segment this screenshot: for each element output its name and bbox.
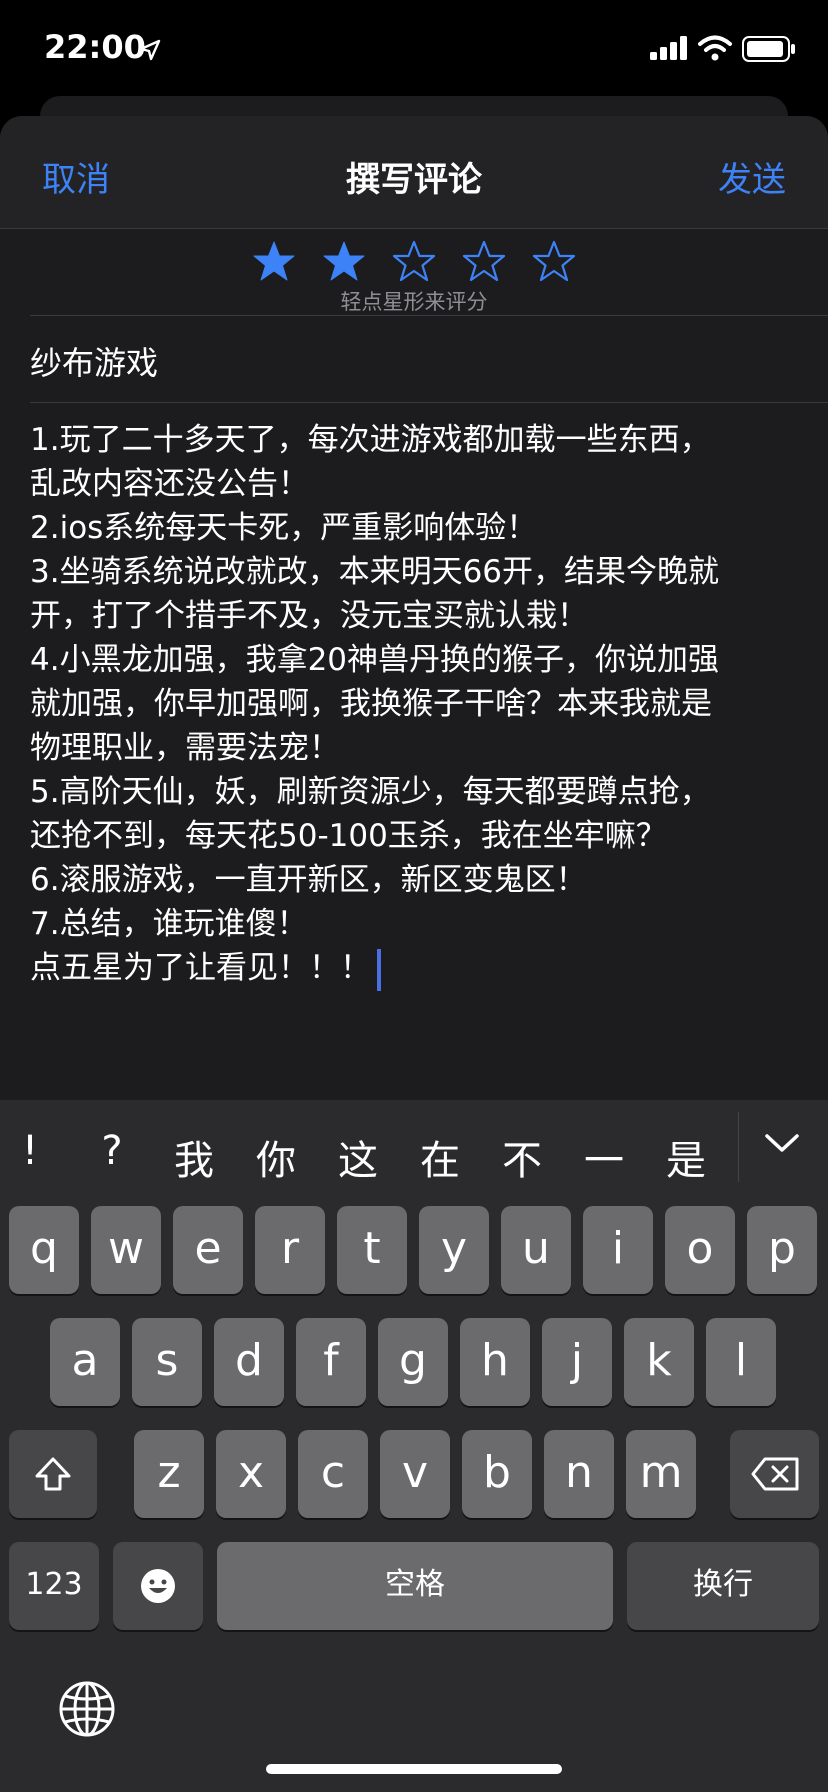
review-line: 还抢不到，每天花50-100玉杀，我在坐牢嘛？ (30, 818, 667, 854)
star-outline-icon[interactable] (462, 240, 506, 282)
candidate-word[interactable]: 在 (410, 1128, 470, 1186)
send-button[interactable]: 发送 (718, 152, 786, 201)
key-r[interactable]: r (255, 1206, 325, 1294)
key-p[interactable]: p (747, 1206, 817, 1294)
review-line: 3.坐骑系统说改就改，本来明天66开，结果今晚就 (30, 554, 720, 590)
review-line: 7.总结，谁玩谁傻！ (30, 906, 308, 942)
key-c[interactable]: c (298, 1430, 368, 1518)
key-o[interactable]: o (665, 1206, 735, 1294)
star-filled-icon[interactable] (252, 240, 296, 282)
candidate-word[interactable]: 是 (656, 1128, 716, 1186)
key-e[interactable]: e (173, 1206, 243, 1294)
shift-icon (35, 1457, 71, 1491)
key-g[interactable]: g (378, 1318, 448, 1406)
chevron-down-icon[interactable] (764, 1132, 800, 1154)
key-z[interactable]: z (134, 1430, 204, 1518)
candidate-word[interactable]: 这 (328, 1128, 388, 1186)
review-line: 6.滚服游戏，一直开新区，新区变鬼区！ (30, 862, 587, 898)
key-t[interactable]: t (337, 1206, 407, 1294)
key-v[interactable]: v (380, 1430, 450, 1518)
text-caret (377, 948, 381, 991)
key-y[interactable]: y (419, 1206, 489, 1294)
key-s[interactable]: s (132, 1318, 202, 1406)
space-key[interactable]: 空格 (217, 1542, 613, 1630)
delete-key[interactable] (730, 1430, 819, 1518)
review-line: 2.ios系统每天卡死，严重影响体验！ (30, 510, 538, 546)
status-bar: 22:00 (0, 0, 828, 100)
key-b[interactable]: b (462, 1430, 532, 1518)
candidate-word[interactable]: 我 (164, 1128, 224, 1186)
review-line: 点五星为了让看见！！！ (30, 946, 810, 991)
review-line: 乱改内容还没公告！ (30, 466, 309, 502)
home-indicator (266, 1764, 562, 1774)
emoji-icon (141, 1569, 175, 1603)
key-d[interactable]: d (214, 1318, 284, 1406)
key-f[interactable]: f (296, 1318, 366, 1406)
review-line: 物理职业，需要法宠！ (30, 730, 340, 766)
key-l[interactable]: l (706, 1318, 776, 1406)
review-body-field[interactable]: 1.玩了二十多天了，每次进游戏都加载一些东西， 乱改内容还没公告！ 2.ios系统每… (30, 418, 810, 991)
key-x[interactable]: x (216, 1430, 286, 1518)
key-k[interactable]: k (624, 1318, 694, 1406)
rating-hint: 轻点星形来评分 (340, 290, 488, 314)
signal-bars-icon (650, 36, 687, 60)
key-w[interactable]: w (91, 1206, 161, 1294)
numbers-key[interactable]: 123 (9, 1542, 99, 1630)
candidate-word[interactable]: 不 (492, 1128, 552, 1186)
review-line: 4.小黑龙加强，我拿20神兽丹换的猴子，你说加强 (30, 642, 720, 678)
nav-bar: 取消 撰写评论 发送 (0, 116, 828, 229)
wifi-icon (698, 35, 732, 61)
candidate-word[interactable]: ? (82, 1128, 142, 1174)
location-arrow-icon (139, 39, 161, 61)
key-h[interactable]: h (460, 1318, 530, 1406)
key-m[interactable]: m (626, 1430, 696, 1518)
key-q[interactable]: q (9, 1206, 79, 1294)
review-line: 就加强，你早加强啊，我换猴子干啥？本来我就是 (30, 686, 712, 722)
backspace-icon (751, 1457, 798, 1491)
keyboard: !? 我你这在不一是 q w e r t y u i o p a s d f g h j k l z x c v b n m 123 空… (0, 1100, 828, 1792)
key-u[interactable]: u (501, 1206, 571, 1294)
review-line: 开，打了个措手不及，没元宝买就认栽！ (30, 598, 588, 634)
battery-icon (742, 36, 795, 62)
candidate-bar: !? 我你这在不一是 (0, 1100, 828, 1198)
review-line: 5.高阶天仙，妖，刷新资源少，每天都要蹲点抢， (30, 774, 711, 810)
star-outline-icon[interactable] (532, 240, 576, 282)
candidate-word[interactable]: ! (0, 1128, 60, 1174)
globe-icon[interactable] (58, 1680, 116, 1738)
divider (30, 315, 828, 316)
candidate-word[interactable]: 一 (574, 1128, 634, 1186)
star-filled-icon[interactable] (322, 240, 366, 282)
candidate-divider (738, 1112, 739, 1182)
review-title-field[interactable]: 纱布游戏 (30, 338, 158, 384)
candidate-word[interactable]: 你 (246, 1128, 306, 1186)
status-time: 22:00 (44, 28, 146, 66)
key-i[interactable]: i (583, 1206, 653, 1294)
key-a[interactable]: a (50, 1318, 120, 1406)
key-j[interactable]: j (542, 1318, 612, 1406)
shift-key[interactable] (9, 1430, 97, 1518)
star-rating: 轻点星形来评分 (0, 230, 828, 314)
return-key[interactable]: 换行 (627, 1542, 819, 1630)
star-row (252, 240, 582, 290)
page-title: 撰写评论 (346, 160, 482, 200)
key-n[interactable]: n (544, 1430, 614, 1518)
divider (30, 402, 828, 403)
emoji-key[interactable] (113, 1542, 203, 1630)
review-line: 1.玩了二十多天了，每次进游戏都加载一些东西， (30, 422, 711, 458)
star-outline-icon[interactable] (392, 240, 436, 282)
